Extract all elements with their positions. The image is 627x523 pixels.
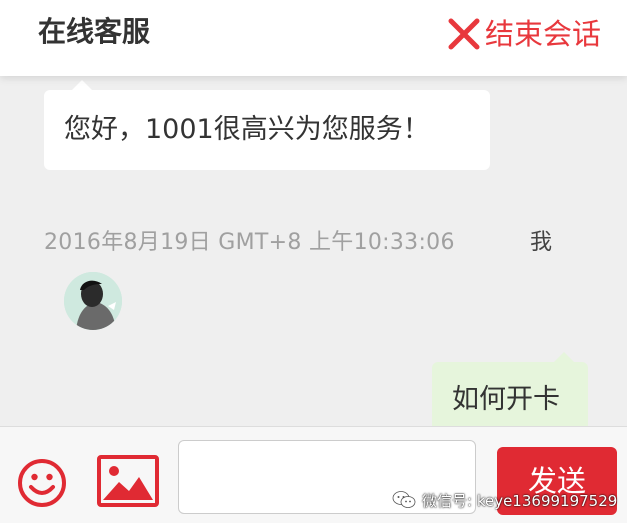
avatar[interactable] [64,272,122,330]
message-timestamp: 2016年8月19日 GMT+8 上午10:33:06 [44,230,455,255]
emoji-icon[interactable] [17,458,67,508]
sender-label: 我 [530,230,553,255]
wechat-icon [392,491,416,508]
avatar-image [64,272,122,330]
watermark: 微信号: keye13699197529 [392,489,617,511]
message-list[interactable]: 您好，1001很高兴为您服务！ 2016年8月19日 GMT+8 上午10:33… [0,76,627,426]
image-icon[interactable] [97,455,159,507]
header-bar: 在线客服 结束会话 [0,0,627,76]
end-session-button[interactable]: 结束会话 [447,14,601,54]
page-title: 在线客服 [38,15,151,48]
end-session-label: 结束会话 [484,17,601,51]
close-icon [448,18,480,50]
user-message-bubble: 如何开卡 [432,352,588,426]
watermark-text: 微信号: keye13699197529 [422,491,618,510]
agent-message-bubble: 您好，1001很高兴为您服务！ [44,80,490,170]
